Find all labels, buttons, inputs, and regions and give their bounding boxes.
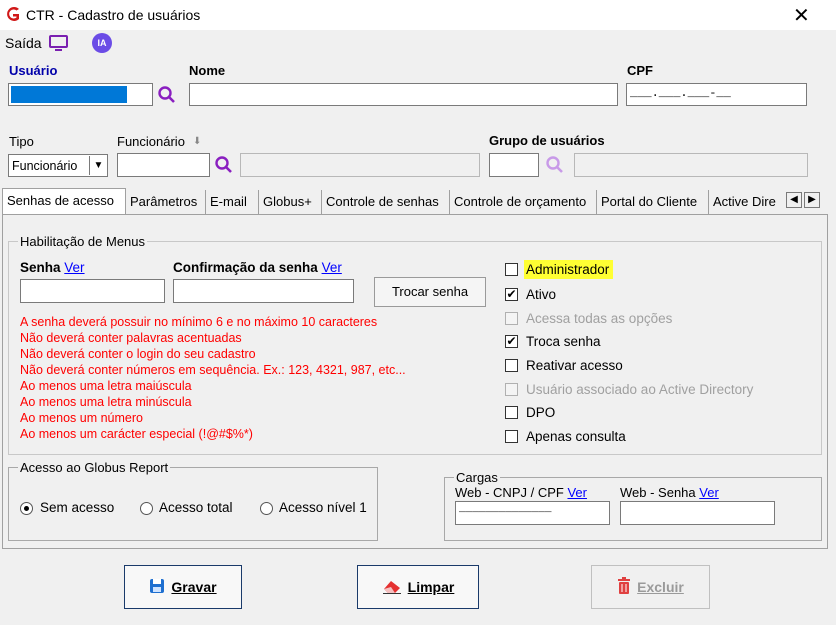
grupo-search-icon[interactable] <box>545 155 567 175</box>
tab-senhas-de-acesso[interactable]: Senhas de acesso <box>2 188 126 214</box>
usuario-input[interactable] <box>8 83 153 106</box>
usuario-label: Usuário <box>9 63 58 78</box>
usuario-ad-label: Usuário associado ao Active Directory <box>526 382 754 397</box>
password-rule: Ao menos uma letra minúscula <box>20 395 192 409</box>
close-icon[interactable]: ✕ <box>793 3 810 28</box>
window-title: CTR - Cadastro de usuários <box>26 7 201 23</box>
troca-senha-checkbox[interactable]: ✔ <box>505 335 518 348</box>
administrador-label: Administrador <box>524 260 614 279</box>
funcionario-code-input[interactable] <box>117 153 210 177</box>
administrador-checkbox[interactable] <box>505 263 518 276</box>
saida-menu[interactable]: Saída <box>5 35 42 51</box>
cnpj-input[interactable]: ______________ <box>455 501 610 525</box>
tipo-select[interactable]: Funcionário ▼ <box>8 154 108 177</box>
cpf-input[interactable]: ___.___.___-__ <box>626 83 807 106</box>
nome-input[interactable] <box>189 83 618 106</box>
ia-icon[interactable]: IA <box>92 33 112 53</box>
confirm-label-row: Confirmação da senha Ver <box>173 260 342 275</box>
password-rule: Não deverá conter números em sequência. … <box>20 363 406 377</box>
acesso-total-radio[interactable] <box>140 502 153 515</box>
senha-label: Senha <box>20 260 61 275</box>
web-senha-label-row: Web - Senha Ver <box>620 485 719 500</box>
excluir-button: Excluir <box>591 565 710 609</box>
limpar-button[interactable]: Limpar <box>357 565 479 609</box>
grupo-label: Grupo de usuários <box>489 133 605 148</box>
acesso-nivel1-label: Acesso nível 1 <box>279 500 367 515</box>
funcionario-label: Funcionário <box>117 134 185 149</box>
cnpj-label: Web - CNPJ / CPF <box>455 485 564 500</box>
cpf-label: CPF <box>627 63 653 78</box>
gravar-button[interactable]: Gravar <box>124 565 242 609</box>
chevron-down-icon[interactable]: ▼ <box>89 156 107 175</box>
ativo-label: Ativo <box>526 287 557 302</box>
web-senha-label: Web - Senha <box>620 485 696 500</box>
excluir-label: Excluir <box>637 579 684 595</box>
grupo-name-field <box>574 153 808 177</box>
password-rule: Não deverá conter palavras acentuadas <box>20 331 242 345</box>
tipo-select-value: Funcionário <box>12 158 78 173</box>
tab-controle-de-orcamento[interactable]: Controle de orçamento <box>450 190 597 214</box>
password-rule: A senha deverá possuir no mínimo 6 e no … <box>20 315 378 329</box>
password-rule: Ao menos um carácter especial (!@#$%*) <box>20 427 253 441</box>
cnpj-ver-link[interactable]: Ver <box>567 485 587 500</box>
cnpj-label-row: Web - CNPJ / CPF Ver <box>455 485 587 500</box>
dpo-checkbox[interactable] <box>505 406 518 419</box>
sem-acesso-label: Sem acesso <box>40 500 115 515</box>
confirm-ver-link[interactable]: Ver <box>322 260 342 275</box>
dpo-label: DPO <box>526 405 556 420</box>
tab-controle-de-senhas[interactable]: Controle de senhas <box>322 190 450 214</box>
tipo-label: Tipo <box>9 134 34 149</box>
reativar-label: Reativar acesso <box>526 358 623 373</box>
password-rule: Ao menos uma letra maiúscula <box>20 379 192 393</box>
tab-parametros[interactable]: Parâmetros <box>126 190 206 214</box>
senha-ver-link[interactable]: Ver <box>64 260 84 275</box>
sem-acesso-radio[interactable] <box>20 502 33 515</box>
reativar-checkbox[interactable] <box>505 359 518 372</box>
limpar-label: Limpar <box>407 579 455 595</box>
troca-senha-label: Troca senha <box>526 334 601 349</box>
tab-portal-do-cliente[interactable]: Portal do Cliente <box>597 190 709 214</box>
tab-email[interactable]: E-mail <box>206 190 259 214</box>
tab-globus-plus[interactable]: Globus+ <box>259 190 322 214</box>
cargas-group-title: Cargas <box>454 470 500 485</box>
nome-label: Nome <box>189 63 226 78</box>
funcionario-search-icon[interactable] <box>214 155 236 175</box>
monitor-icon[interactable] <box>48 34 70 52</box>
menus-group-title: Habilitação de Menus <box>18 234 148 249</box>
trash-icon <box>617 576 631 598</box>
senha-label-row: Senha Ver <box>20 260 85 275</box>
apenas-consulta-checkbox[interactable] <box>505 430 518 443</box>
password-rule: Não deverá conter o login do seu cadastr… <box>20 347 256 361</box>
tab-active-directory[interactable]: Active Dire <box>709 190 786 214</box>
save-icon <box>149 578 165 597</box>
password-rule: Ao menos um número <box>20 411 143 425</box>
acessa-todas-checkbox <box>505 312 518 325</box>
acesso-total-label: Acesso total <box>159 500 233 515</box>
gravar-label: Gravar <box>171 579 217 595</box>
report-group-title: Acesso ao Globus Report <box>18 460 171 475</box>
app-logo-icon <box>5 6 21 22</box>
acessa-todas-label: Acessa todas as opções <box>526 311 673 326</box>
trocar-senha-button[interactable]: Trocar senha <box>374 277 486 307</box>
usuario-ad-checkbox <box>505 383 518 396</box>
web-senha-ver-link[interactable]: Ver <box>699 485 719 500</box>
funcionario-name-field <box>240 153 480 177</box>
sort-arrow-icon: ⬇ <box>193 136 202 147</box>
usuario-selection <box>11 86 127 103</box>
search-icon[interactable] <box>157 85 179 105</box>
acesso-nivel1-radio[interactable] <box>260 502 273 515</box>
confirm-label: Confirmação da senha <box>173 260 318 275</box>
eraser-icon <box>382 578 402 597</box>
grupo-code-input[interactable] <box>489 153 539 177</box>
tab-scroll-left-icon[interactable]: ◀ <box>786 192 802 208</box>
tab-scroll-right-icon[interactable]: ▶ <box>804 192 820 208</box>
ativo-checkbox[interactable]: ✔ <box>505 288 518 301</box>
apenas-consulta-label: Apenas consulta <box>526 429 626 444</box>
senha-input[interactable] <box>20 279 165 303</box>
web-senha-input[interactable] <box>620 501 775 525</box>
confirm-senha-input[interactable] <box>173 279 354 303</box>
